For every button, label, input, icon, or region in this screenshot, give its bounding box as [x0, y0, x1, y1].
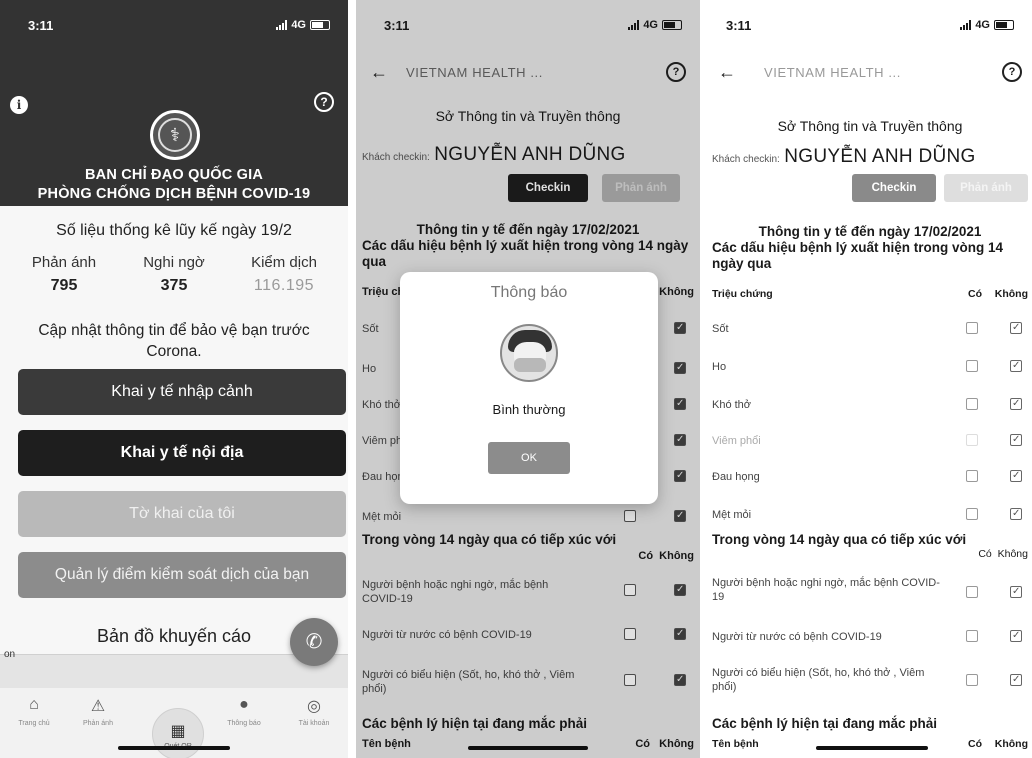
yes-checkbox[interactable] [966, 434, 978, 446]
notification-icon: ● [239, 696, 249, 713]
stat-quarantine: Kiểm dịch 116.195 [251, 254, 317, 294]
advisory-map[interactable]: on [0, 649, 348, 688]
call-button[interactable]: ✆ [290, 618, 338, 666]
tab-reports[interactable]: ⚠ Phản ánh [68, 696, 128, 727]
tab-scan-qr[interactable]: ▦ Quét QR [152, 708, 204, 758]
notification-dialog: Thông báo Bình thường OK [400, 272, 658, 504]
no-checkbox[interactable] [1010, 673, 1022, 687]
status-bar: 3:11 4G [708, 0, 1032, 50]
signal-icon [960, 20, 972, 30]
home-icon: ⌂ [29, 696, 39, 713]
yes-checkbox[interactable] [966, 630, 978, 642]
no-checkbox[interactable] [1010, 397, 1022, 411]
bottom-tab-bar: ⌂ Trang chủ ⚠ Phản ánh ▦ Quét QR ● Thông… [0, 688, 348, 758]
status-bar: 3:11 4G [0, 0, 348, 50]
signal-icon [276, 20, 288, 30]
no-checkbox[interactable] [1010, 629, 1022, 643]
home-indicator [118, 746, 230, 750]
update-message: Cập nhật thông tin để bảo vệ bạn trước C… [38, 322, 310, 360]
help-icon[interactable]: ? [1002, 62, 1022, 82]
tab-notifications[interactable]: ● Thông báo [214, 696, 274, 727]
ok-button[interactable]: OK [488, 442, 570, 474]
map-label: on [4, 649, 16, 660]
domestic-declaration-button[interactable]: Khai y tế nội địa [18, 430, 346, 476]
yes-checkbox[interactable] [966, 322, 978, 334]
yes-checkbox[interactable] [966, 398, 978, 410]
dialog-title: Thông báo [490, 284, 568, 301]
symptoms-heading: Các dấu hiệu bệnh lý xuất hiện trong vòn… [712, 240, 1004, 271]
my-declarations-button[interactable]: Tờ khai của tôi [18, 491, 346, 537]
no-checkbox[interactable] [1010, 359, 1022, 373]
tab-account[interactable]: ◎ Tài khoản [284, 696, 344, 727]
ministry-emblem-icon: ⚕ [150, 110, 200, 160]
stats-row: Phản ánh 795 Nghi ngờ 375 Kiểm dịch 116.… [10, 254, 338, 295]
status-time: 3:11 [28, 17, 54, 33]
contact-table-header: Có Không [978, 548, 1028, 560]
entry-declaration-button[interactable]: Khai y tế nhập cảnh [18, 369, 346, 415]
home-indicator [816, 746, 928, 750]
nav-bar: ← VIETNAM HEALTH ... ? [708, 50, 1032, 94]
nav-title: VIETNAM HEALTH ... [764, 64, 901, 80]
page-title: BAN CHỈ ĐẠO QUỐC GIA PHÒNG CHỐNG DỊCH BỆ… [37, 167, 311, 202]
report-button[interactable]: Phản ánh [944, 174, 1028, 202]
guest-checkin: Khách checkin: NGUYỄN ANH DŨNG [712, 146, 976, 167]
no-checkbox[interactable] [1010, 433, 1022, 447]
home-screen: 3:11 4G i ? ⚕ BAN CHỈ ĐẠO QUỐC GIA PHÒNG… [0, 0, 348, 758]
info-icon[interactable]: i [10, 96, 28, 114]
battery-icon [310, 20, 330, 30]
yes-checkbox[interactable] [966, 586, 978, 598]
account-icon: ◎ [307, 698, 321, 715]
no-checkbox[interactable] [1010, 321, 1022, 335]
stats-title: Số liệu thống kê lũy kế ngày 19/2 [56, 222, 292, 239]
health-status-text: Bình thường [492, 402, 566, 417]
header-banner: 3:11 4G i ? ⚕ BAN CHỈ ĐẠO QUỐC GIA PHÒNG… [0, 0, 348, 206]
qr-scan-icon: ▦ [170, 723, 186, 740]
checkin-button[interactable]: Checkin [852, 174, 936, 202]
stat-reports: Phản ánh 795 [31, 254, 97, 294]
manage-checkpoints-button[interactable]: Quản lý điểm kiểm soát dịch của bạn [18, 552, 346, 598]
declaration-screen-with-dialog: 3:11 4G ← VIETNAM HEALTH ... ? Sở Thông … [356, 0, 700, 758]
no-checkbox[interactable] [1010, 507, 1022, 521]
diseases-heading: Các bệnh lý hiện tại đang mắc phải [712, 716, 938, 731]
help-icon[interactable]: ? [314, 92, 334, 112]
stat-suspected: Nghi ngờ 375 [143, 254, 205, 294]
declaration-screen: 3:11 4G ← VIETNAM HEALTH ... ? Sở Thông … [708, 0, 1032, 758]
yes-checkbox[interactable] [966, 470, 978, 482]
battery-icon [994, 20, 1014, 30]
tab-home[interactable]: ⌂ Trang chủ [4, 696, 64, 727]
back-arrow-icon[interactable]: ← [718, 62, 764, 83]
yes-checkbox[interactable] [966, 508, 978, 520]
organization-name: Sở Thông tin và Truyền thông [777, 118, 963, 134]
info-date-heading: Thông tin y tế đến ngày 17/02/2021 [758, 224, 982, 239]
masked-person-icon [500, 324, 558, 382]
no-checkbox[interactable] [1010, 469, 1022, 483]
yes-checkbox[interactable] [966, 360, 978, 372]
phone-icon: ✆ [305, 631, 323, 653]
contact-heading: Trong vòng 14 ngày qua có tiếp xúc với [712, 532, 967, 547]
yes-checkbox[interactable] [966, 674, 978, 686]
warning-icon: ⚠ [90, 698, 106, 715]
no-checkbox[interactable] [1010, 585, 1022, 599]
network-type: 4G [291, 19, 306, 31]
